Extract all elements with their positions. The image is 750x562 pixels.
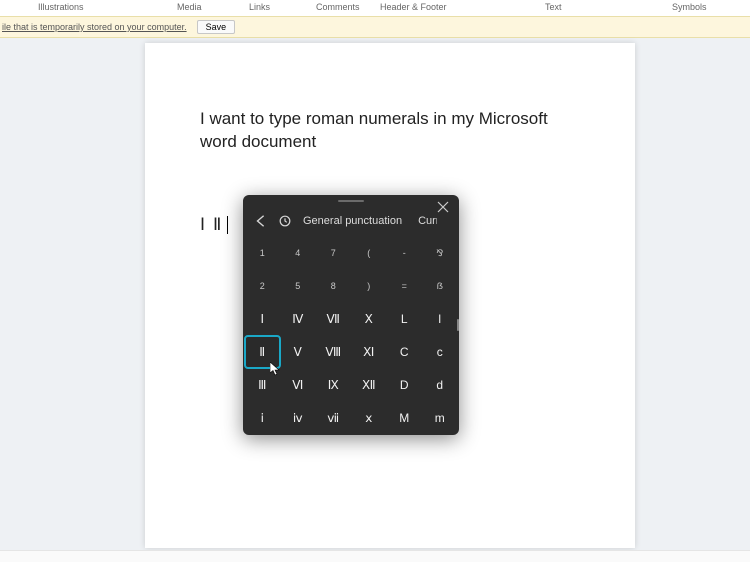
symbol-picker-panel: General punctuation Currency s 147(-⅋ 258… xyxy=(243,195,459,435)
symbol-cell[interactable]: 1 xyxy=(245,237,280,269)
ribbon-group-label: Comments xyxy=(316,2,360,12)
symbol-cell[interactable]: ⅹ xyxy=(352,402,387,434)
symbol-panel-header: General punctuation Currency s xyxy=(243,207,459,235)
symbol-cell[interactable]: D xyxy=(387,369,422,401)
symbol-cell[interactable]: l xyxy=(423,303,458,335)
symbol-cell[interactable]: Ⅲ xyxy=(245,369,280,401)
symbol-cell[interactable]: 2 xyxy=(245,270,280,302)
symbol-cell[interactable]: Ⅷ xyxy=(316,336,351,368)
symbol-cell[interactable]: ⅋ xyxy=(423,237,458,269)
symbol-cell[interactable]: - xyxy=(387,237,422,269)
symbol-cell[interactable]: ( xyxy=(352,237,387,269)
panel-drag-grip[interactable] xyxy=(243,195,459,203)
workspace: I want to type roman numerals in my Micr… xyxy=(0,38,750,562)
symbol-grid: 147(-⅋ 258)=ẞ ⅠⅣⅦⅩLl ⅡⅤⅧⅪCc ⅢⅥⅨⅫDd ⅰⅳⅶⅹMm xyxy=(243,235,459,435)
symbol-cell[interactable]: Ⅻ xyxy=(352,369,387,401)
symbol-cell[interactable]: Ⅹ xyxy=(352,303,387,335)
ribbon-group-label: Links xyxy=(249,2,270,12)
typed-symbol: Ⅱ xyxy=(213,214,221,237)
symbol-cell[interactable]: 8 xyxy=(316,270,351,302)
ribbon-group-label: Header & Footer xyxy=(380,2,447,12)
symbol-cell[interactable]: ) xyxy=(352,270,387,302)
info-bar: ile that is temporarily stored on your c… xyxy=(0,16,750,38)
ribbon-group-label: Illustrations xyxy=(38,2,84,12)
symbol-cell[interactable]: ẞ xyxy=(423,270,458,302)
save-button[interactable]: Save xyxy=(197,20,236,34)
symbol-cell[interactable]: c xyxy=(423,336,458,368)
back-icon[interactable] xyxy=(249,209,273,233)
ribbon-group-label: Symbols xyxy=(672,2,707,12)
symbol-cell[interactable]: 4 xyxy=(281,237,316,269)
symbol-cell[interactable]: m xyxy=(423,402,458,434)
symbol-cell[interactable]: ⅰ xyxy=(245,402,280,434)
symbol-cell[interactable]: Ⅳ xyxy=(281,303,316,335)
typed-symbol: Ⅰ xyxy=(200,214,205,237)
tab-currency[interactable]: Currency s xyxy=(418,215,437,227)
ribbon-group-labels: Illustrations Media Links Comments Header & … xyxy=(0,0,750,16)
symbol-cell[interactable]: ⅶ xyxy=(316,402,351,434)
symbol-cell[interactable]: Ⅵ xyxy=(281,369,316,401)
status-bar xyxy=(0,550,750,562)
symbol-cell[interactable]: Ⅴ xyxy=(281,336,316,368)
recent-icon[interactable] xyxy=(273,209,297,233)
scrollbar-handle[interactable] xyxy=(457,319,459,331)
close-icon[interactable] xyxy=(437,201,449,213)
symbol-cell[interactable]: 5 xyxy=(281,270,316,302)
ribbon-group-label: Text xyxy=(545,2,562,12)
symbol-cell[interactable]: Ⅸ xyxy=(316,369,351,401)
symbol-cell[interactable]: Ⅰ xyxy=(245,303,280,335)
symbol-cell[interactable]: Ⅶ xyxy=(316,303,351,335)
symbol-cell[interactable]: d xyxy=(423,369,458,401)
symbol-cell[interactable]: C xyxy=(387,336,422,368)
symbol-cell[interactable]: M xyxy=(387,402,422,434)
symbol-cell[interactable]: = xyxy=(387,270,422,302)
symbol-category-tabs[interactable]: General punctuation Currency s xyxy=(303,215,453,227)
text-cursor xyxy=(227,216,228,234)
symbol-cell[interactable]: Ⅱ xyxy=(245,336,280,368)
symbol-cell[interactable]: ⅳ xyxy=(281,402,316,434)
symbol-cell[interactable]: 7 xyxy=(316,237,351,269)
info-bar-text: ile that is temporarily stored on your c… xyxy=(2,22,187,32)
symbol-cell[interactable]: Ⅺ xyxy=(352,336,387,368)
symbol-cell[interactable]: L xyxy=(387,303,422,335)
tab-general-punctuation[interactable]: General punctuation xyxy=(303,215,402,227)
ribbon-group-label: Media xyxy=(177,2,202,12)
document-paragraph: I want to type roman numerals in my Micr… xyxy=(200,108,580,154)
